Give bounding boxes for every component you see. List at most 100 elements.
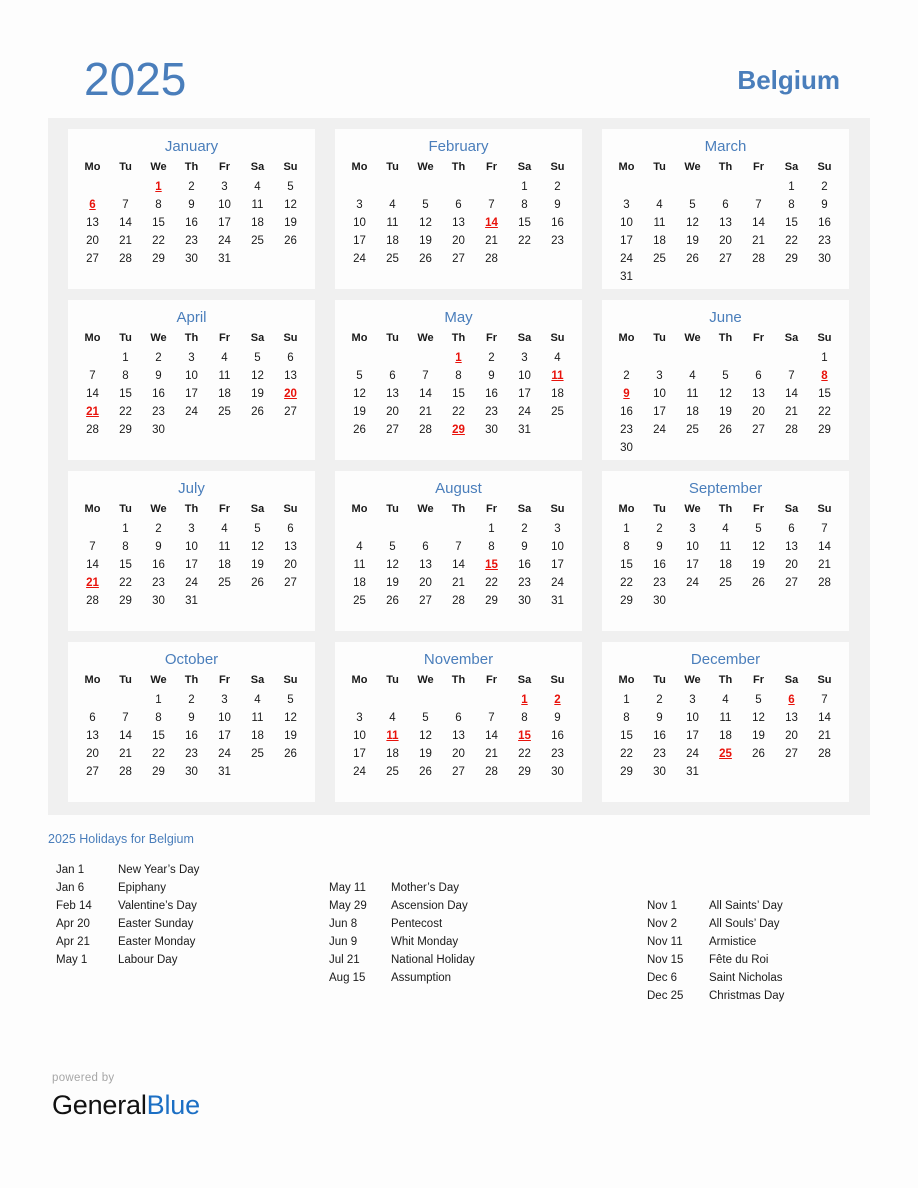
day-cell[interactable]: 27 bbox=[274, 574, 307, 592]
day-cell-holiday[interactable]: 20 bbox=[274, 385, 307, 403]
day-cell[interactable]: 26 bbox=[742, 574, 775, 592]
day-cell[interactable]: 24 bbox=[208, 745, 241, 763]
day-cell[interactable]: 24 bbox=[676, 745, 709, 763]
day-cell[interactable]: 4 bbox=[676, 367, 709, 385]
day-cell[interactable]: 22 bbox=[508, 745, 541, 763]
day-cell[interactable]: 8 bbox=[109, 538, 142, 556]
day-cell[interactable]: 25 bbox=[376, 763, 409, 781]
day-cell[interactable]: 5 bbox=[343, 367, 376, 385]
day-cell-holiday[interactable]: 21 bbox=[76, 403, 109, 421]
day-cell[interactable]: 6 bbox=[742, 367, 775, 385]
day-cell[interactable]: 27 bbox=[409, 592, 442, 610]
day-cell[interactable]: 18 bbox=[208, 385, 241, 403]
day-cell[interactable]: 21 bbox=[808, 727, 841, 745]
day-cell[interactable]: 29 bbox=[109, 421, 142, 439]
day-cell[interactable]: 26 bbox=[241, 403, 274, 421]
day-cell[interactable]: 1 bbox=[610, 691, 643, 709]
day-cell[interactable]: 13 bbox=[442, 214, 475, 232]
day-cell[interactable]: 18 bbox=[643, 232, 676, 250]
day-cell[interactable]: 2 bbox=[175, 691, 208, 709]
day-cell[interactable]: 8 bbox=[508, 196, 541, 214]
day-cell[interactable]: 20 bbox=[742, 403, 775, 421]
day-cell[interactable]: 20 bbox=[76, 745, 109, 763]
day-cell[interactable]: 3 bbox=[643, 367, 676, 385]
day-cell-holiday[interactable]: 29 bbox=[442, 421, 475, 439]
day-cell[interactable]: 24 bbox=[175, 403, 208, 421]
day-cell[interactable]: 27 bbox=[775, 745, 808, 763]
day-cell[interactable]: 12 bbox=[409, 727, 442, 745]
day-cell[interactable]: 8 bbox=[142, 196, 175, 214]
day-cell[interactable]: 16 bbox=[643, 556, 676, 574]
day-cell-holiday[interactable]: 25 bbox=[709, 745, 742, 763]
day-cell[interactable]: 2 bbox=[508, 520, 541, 538]
day-cell[interactable]: 25 bbox=[343, 592, 376, 610]
day-cell[interactable]: 21 bbox=[475, 232, 508, 250]
day-cell[interactable]: 6 bbox=[409, 538, 442, 556]
day-cell[interactable]: 29 bbox=[610, 763, 643, 781]
day-cell[interactable]: 19 bbox=[676, 232, 709, 250]
day-cell[interactable]: 6 bbox=[274, 520, 307, 538]
day-cell[interactable]: 17 bbox=[208, 727, 241, 745]
day-cell[interactable]: 21 bbox=[109, 232, 142, 250]
day-cell[interactable]: 7 bbox=[109, 709, 142, 727]
day-cell[interactable]: 20 bbox=[76, 232, 109, 250]
day-cell[interactable]: 5 bbox=[676, 196, 709, 214]
day-cell[interactable]: 2 bbox=[643, 520, 676, 538]
day-cell[interactable]: 24 bbox=[643, 421, 676, 439]
day-cell[interactable]: 1 bbox=[475, 520, 508, 538]
day-cell[interactable]: 31 bbox=[610, 268, 643, 286]
day-cell[interactable]: 22 bbox=[142, 232, 175, 250]
day-cell[interactable]: 23 bbox=[475, 403, 508, 421]
day-cell[interactable]: 12 bbox=[376, 556, 409, 574]
day-cell[interactable]: 13 bbox=[274, 367, 307, 385]
day-cell[interactable]: 29 bbox=[142, 250, 175, 268]
day-cell[interactable]: 8 bbox=[109, 367, 142, 385]
day-cell[interactable]: 19 bbox=[274, 214, 307, 232]
day-cell[interactable]: 10 bbox=[676, 709, 709, 727]
day-cell[interactable]: 23 bbox=[610, 421, 643, 439]
day-cell[interactable]: 28 bbox=[808, 574, 841, 592]
day-cell[interactable]: 19 bbox=[274, 727, 307, 745]
day-cell[interactable]: 23 bbox=[142, 403, 175, 421]
day-cell[interactable]: 18 bbox=[241, 214, 274, 232]
day-cell[interactable]: 16 bbox=[142, 385, 175, 403]
day-cell[interactable]: 19 bbox=[409, 232, 442, 250]
day-cell[interactable]: 21 bbox=[742, 232, 775, 250]
day-cell[interactable]: 21 bbox=[109, 745, 142, 763]
day-cell[interactable]: 18 bbox=[541, 385, 574, 403]
day-cell[interactable]: 7 bbox=[409, 367, 442, 385]
day-cell[interactable]: 17 bbox=[676, 727, 709, 745]
day-cell[interactable]: 7 bbox=[808, 520, 841, 538]
day-cell[interactable]: 15 bbox=[610, 556, 643, 574]
day-cell[interactable]: 25 bbox=[376, 250, 409, 268]
day-cell[interactable]: 30 bbox=[508, 592, 541, 610]
day-cell[interactable]: 14 bbox=[742, 214, 775, 232]
day-cell[interactable]: 22 bbox=[775, 232, 808, 250]
day-cell[interactable]: 31 bbox=[208, 763, 241, 781]
day-cell[interactable]: 19 bbox=[241, 556, 274, 574]
day-cell[interactable]: 5 bbox=[241, 520, 274, 538]
day-cell[interactable]: 8 bbox=[610, 538, 643, 556]
day-cell[interactable]: 31 bbox=[175, 592, 208, 610]
day-cell[interactable]: 13 bbox=[76, 214, 109, 232]
day-cell[interactable]: 20 bbox=[442, 232, 475, 250]
day-cell[interactable]: 17 bbox=[643, 403, 676, 421]
day-cell[interactable]: 13 bbox=[274, 538, 307, 556]
day-cell[interactable]: 29 bbox=[775, 250, 808, 268]
day-cell[interactable]: 19 bbox=[241, 385, 274, 403]
day-cell[interactable]: 28 bbox=[409, 421, 442, 439]
day-cell[interactable]: 12 bbox=[409, 214, 442, 232]
day-cell[interactable]: 6 bbox=[775, 520, 808, 538]
day-cell[interactable]: 20 bbox=[775, 556, 808, 574]
day-cell[interactable]: 27 bbox=[742, 421, 775, 439]
day-cell-holiday[interactable]: 6 bbox=[76, 196, 109, 214]
day-cell[interactable]: 23 bbox=[175, 745, 208, 763]
day-cell[interactable]: 12 bbox=[742, 538, 775, 556]
day-cell[interactable]: 26 bbox=[409, 763, 442, 781]
day-cell[interactable]: 25 bbox=[709, 574, 742, 592]
day-cell[interactable]: 9 bbox=[175, 196, 208, 214]
day-cell[interactable]: 15 bbox=[808, 385, 841, 403]
day-cell[interactable]: 2 bbox=[541, 178, 574, 196]
day-cell[interactable]: 27 bbox=[442, 763, 475, 781]
day-cell[interactable]: 9 bbox=[541, 709, 574, 727]
